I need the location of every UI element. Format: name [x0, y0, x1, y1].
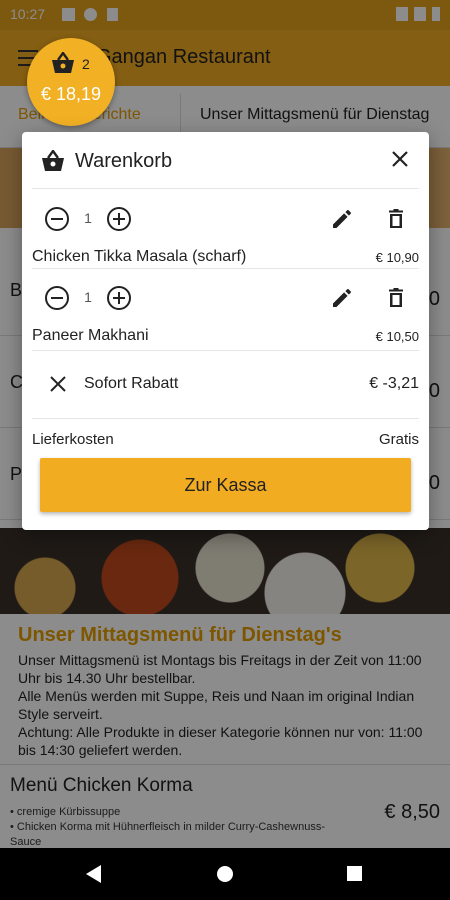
- cart-badge[interactable]: 2 € 18,19: [27, 38, 115, 126]
- cart-item: 1 Chicken Tikka Masala (scharf) € 10,90: [22, 204, 429, 284]
- discount-row: Sofort Rabatt € -3,21: [22, 364, 429, 404]
- divider: [32, 268, 419, 269]
- discount-value: € -3,21: [369, 375, 419, 392]
- plus-circle-icon[interactable]: [106, 285, 132, 311]
- back-icon[interactable]: [86, 865, 101, 883]
- minus-circle-icon[interactable]: [44, 206, 70, 232]
- cart-dialog-header: Warenkorb: [22, 132, 429, 188]
- basket-icon: [42, 150, 64, 171]
- cart-item-name: Chicken Tikka Masala (scharf): [32, 248, 247, 265]
- cart-item-price: € 10,90: [375, 250, 419, 265]
- cart-count: 2: [82, 56, 90, 72]
- edit-icon[interactable]: [330, 207, 354, 231]
- home-icon[interactable]: [217, 866, 233, 882]
- cart-item-price: € 10,50: [375, 329, 419, 344]
- delete-icon[interactable]: [384, 286, 408, 310]
- delivery-row: Lieferkosten Gratis: [22, 429, 429, 453]
- delete-icon[interactable]: [384, 207, 408, 231]
- divider: [32, 188, 419, 189]
- cart-dialog: Warenkorb 1 Chicken Tikka Masala (scharf…: [22, 132, 429, 530]
- minus-circle-icon[interactable]: [44, 285, 70, 311]
- cart-item-quantity: 1: [84, 289, 92, 305]
- checkout-button[interactable]: Zur Kassa: [40, 458, 411, 512]
- basket-icon: [52, 52, 74, 73]
- divider: [32, 350, 419, 351]
- x-icon[interactable]: [48, 374, 68, 394]
- recent-apps-icon[interactable]: [347, 866, 362, 881]
- discount-label: Sofort Rabatt: [84, 375, 179, 392]
- cart-dialog-title: Warenkorb: [75, 150, 173, 172]
- delivery-value: Gratis: [378, 431, 419, 448]
- cart-total: € 18,19: [40, 84, 102, 104]
- cart-item-quantity: 1: [84, 210, 92, 226]
- edit-icon[interactable]: [330, 286, 354, 310]
- plus-circle-icon[interactable]: [106, 206, 132, 232]
- close-icon[interactable]: [389, 148, 411, 170]
- cart-item: 1 Paneer Makhani € 10,50: [22, 283, 429, 363]
- system-nav-bar: [0, 848, 450, 900]
- divider: [32, 418, 419, 419]
- cart-item-name: Paneer Makhani: [32, 327, 149, 344]
- delivery-label: Lieferkosten: [32, 431, 114, 448]
